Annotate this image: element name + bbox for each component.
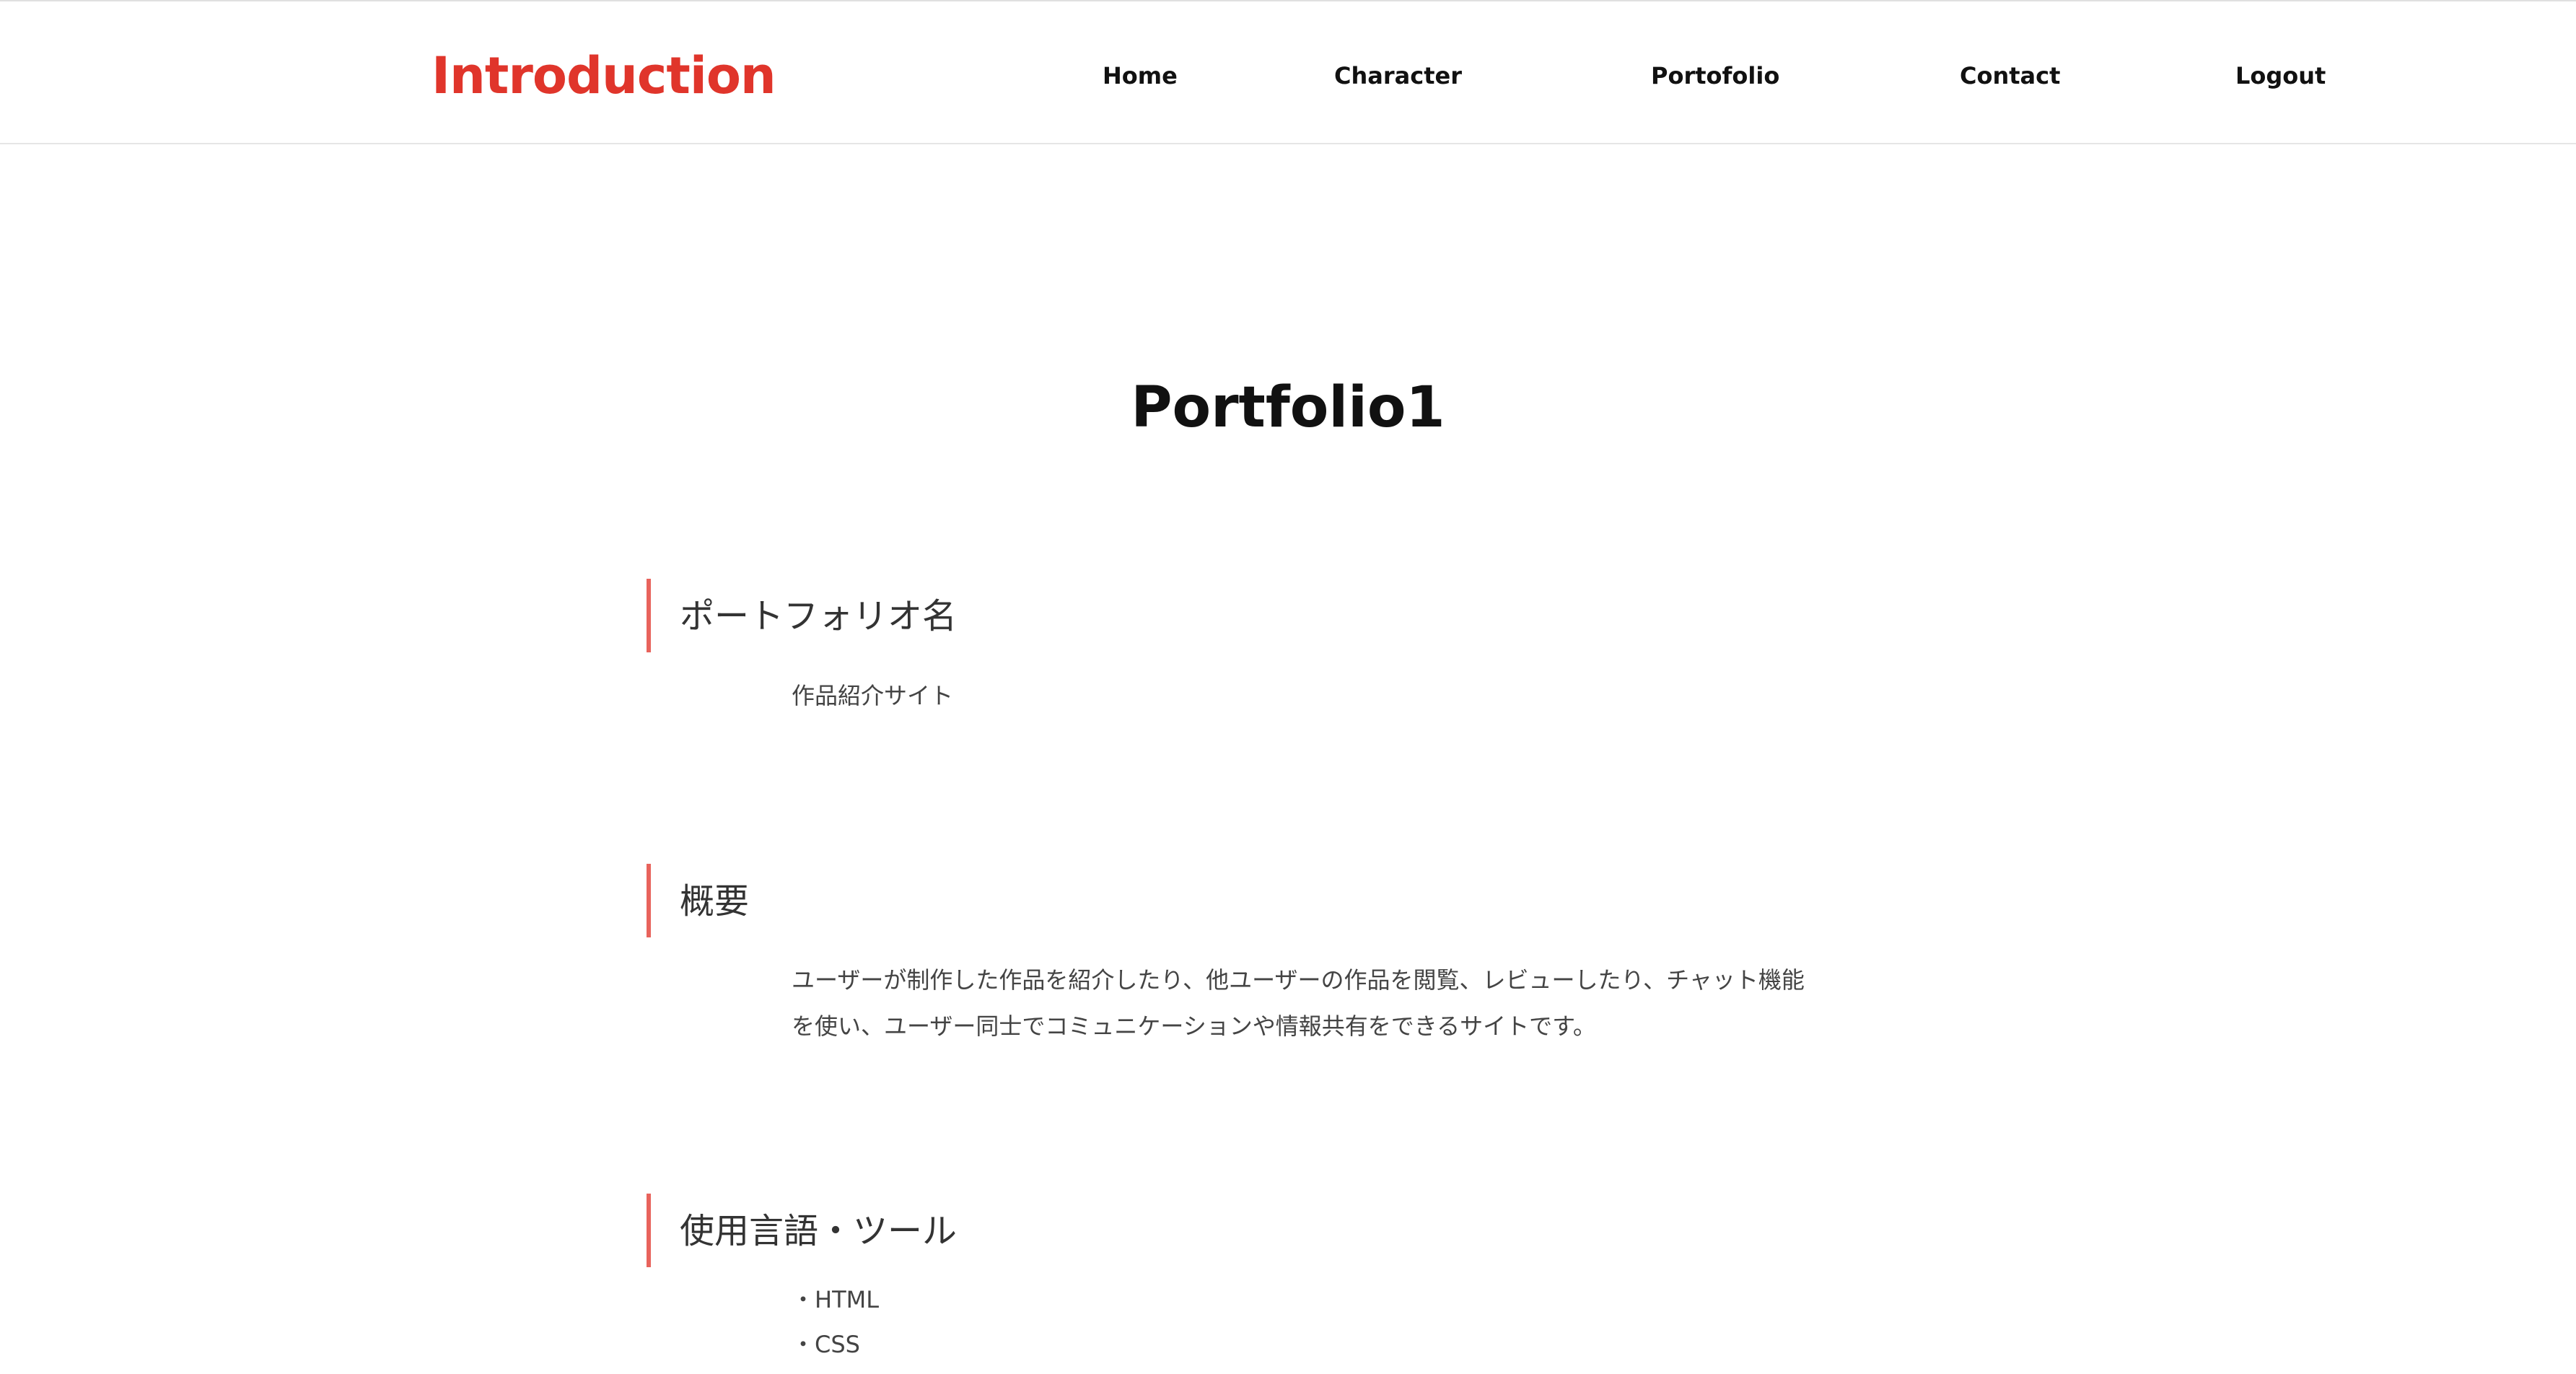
tool-item-html: ・HTML <box>792 1286 880 1313</box>
nav-contact[interactable]: Contact <box>1960 58 2060 94</box>
section-heading-portfolio-name: ポートフォリオ名 <box>647 579 957 652</box>
section-heading-text: 概要 <box>680 881 750 922</box>
site-logo[interactable]: Introduction <box>431 43 776 108</box>
nav-home[interactable]: Home <box>1103 58 1178 94</box>
section-text-line: 作品紹介サイト <box>792 682 954 709</box>
site-header: Introduction Home Character Portofolio C… <box>0 0 2576 144</box>
section-text-line: ユーザーが制作した作品を紹介したり、他ユーザーの作品を閲覧、レビューしたり、チャ… <box>792 966 1805 994</box>
page: Introduction Home Character Portofolio C… <box>0 0 2576 1374</box>
section-body-portfolio-name: 作品紹介サイト <box>792 673 953 719</box>
section-body-tools: ・HTML ・CSS <box>792 1277 879 1367</box>
nav-portofolio[interactable]: Portofolio <box>1651 58 1779 94</box>
nav-logout[interactable]: Logout <box>2235 58 2326 94</box>
section-heading-text: 使用言語・ツール <box>680 1211 958 1251</box>
section-body-overview: ユーザーが制作した作品を紹介したり、他ユーザーの作品を閲覧、レビューしたり、チャ… <box>792 957 1805 1049</box>
section-heading-tools: 使用言語・ツール <box>647 1194 957 1267</box>
tool-item-css: ・CSS <box>792 1331 860 1358</box>
page-title: Portfolio1 <box>1131 375 1445 440</box>
section-heading-text: ポートフォリオ名 <box>680 596 958 636</box>
section-heading-overview: 概要 <box>647 864 749 937</box>
nav-character[interactable]: Character <box>1334 58 1462 94</box>
section-text-line: を使い、ユーザー同士でコミュニケーションや情報共有をできるサイトです。 <box>792 1012 1596 1040</box>
